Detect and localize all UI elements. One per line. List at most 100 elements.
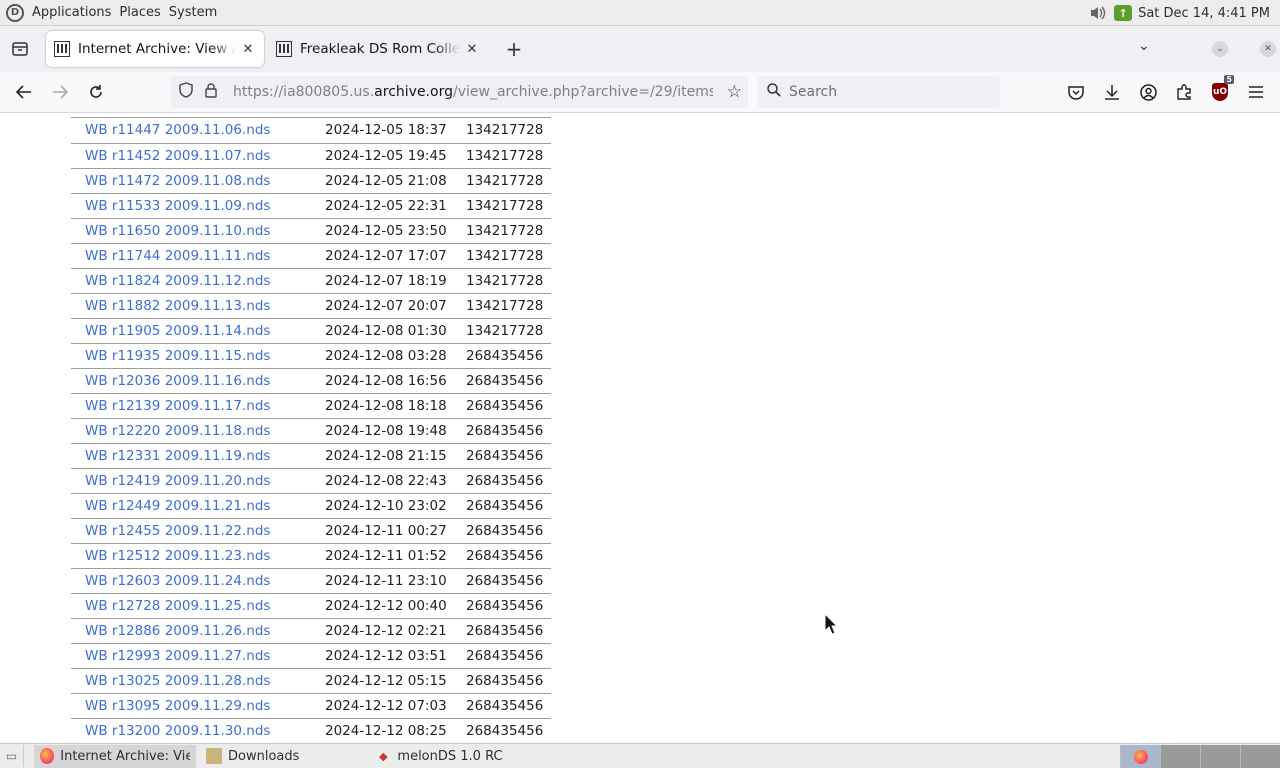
show-desktop-icon[interactable]: ▭ bbox=[0, 745, 24, 767]
file-link[interactable]: WB r11650 2009.11.10.nds bbox=[85, 223, 270, 239]
file-link[interactable]: WB r12220 2009.11.18.nds bbox=[85, 423, 270, 439]
file-link[interactable]: WB r13095 2009.11.29.nds bbox=[85, 698, 270, 714]
file-link[interactable]: WB r11472 2009.11.08.nds bbox=[85, 173, 270, 189]
table-row: WB r11882 2009.11.13.nds 2024-12-07 20:07… bbox=[71, 293, 551, 318]
volume-icon[interactable] bbox=[1088, 4, 1108, 22]
workspace-1[interactable] bbox=[1120, 745, 1160, 768]
taskbar-label: Downloads bbox=[228, 748, 300, 764]
file-link[interactable]: WB r13200 2009.11.30.nds bbox=[85, 723, 270, 739]
file-name-cell: WB r12139 2009.11.17.nds bbox=[71, 393, 325, 418]
tab-close-icon[interactable]: ✕ bbox=[464, 42, 480, 57]
file-name-cell: WB r11447 2009.11.06.nds bbox=[71, 118, 325, 143]
table-row: WB r13025 2009.11.28.nds 2024-12-12 05:15… bbox=[71, 668, 551, 693]
file-date-cell: 2024-12-05 19:45 bbox=[325, 147, 447, 164]
file-date-cell: 2024-12-12 02:21 bbox=[325, 622, 447, 639]
table-row: WB r11744 2009.11.11.nds 2024-12-07 17:07… bbox=[71, 243, 551, 268]
table-row: WB r12603 2009.11.24.nds 2024-12-11 23:10… bbox=[71, 568, 551, 593]
file-link[interactable]: WB r12993 2009.11.27.nds bbox=[85, 648, 270, 664]
file-link[interactable]: WB r13025 2009.11.28.nds bbox=[85, 673, 270, 689]
extensions-puzzle-icon[interactable] bbox=[1168, 76, 1200, 108]
file-link[interactable]: WB r11447 2009.11.06.nds bbox=[85, 122, 270, 138]
file-link[interactable]: WB r11905 2009.11.14.nds bbox=[85, 323, 270, 339]
system-menu[interactable]: System bbox=[169, 5, 217, 20]
maximize-icon[interactable] bbox=[1236, 41, 1252, 57]
search-input[interactable]: Search bbox=[758, 76, 1000, 108]
list-all-tabs-chevron-down-icon[interactable]: ⌄ bbox=[1138, 38, 1150, 54]
file-name-cell: WB r11824 2009.11.12.nds bbox=[71, 268, 325, 293]
lock-icon[interactable] bbox=[205, 82, 223, 102]
ublock-origin-icon[interactable]: uO 5 bbox=[1204, 75, 1236, 108]
tab-close-icon[interactable]: ✕ bbox=[240, 42, 256, 57]
taskbar-item-downloads[interactable]: Downloads bbox=[200, 745, 305, 768]
tab-internet-archive[interactable]: Internet Archive: View Archive ✕ bbox=[46, 31, 264, 67]
taskbar-item-firefox[interactable]: Internet Archive: Vie... bbox=[34, 744, 196, 768]
archive-file-table: WB r11447 2009.11.06.nds 2024-12-05 18:37… bbox=[71, 118, 551, 743]
update-notifier-icon[interactable]: ↑ bbox=[1114, 5, 1133, 21]
file-link[interactable]: WB r12331 2009.11.19.nds bbox=[85, 448, 270, 464]
table-row: WB r11824 2009.11.12.nds 2024-12-07 18:19… bbox=[71, 268, 551, 293]
file-link[interactable]: WB r12728 2009.11.25.nds bbox=[85, 598, 270, 614]
table-row: WB r12449 2009.11.21.nds 2024-12-10 23:02… bbox=[71, 493, 551, 518]
system-tray: ↑ Sat Dec 14, 4:41 PM bbox=[1088, 0, 1270, 26]
minimize-icon[interactable]: ⌄ bbox=[1212, 41, 1228, 57]
file-name-cell: WB r11533 2009.11.09.nds bbox=[71, 193, 325, 218]
hamburger-menu-icon[interactable] bbox=[1240, 76, 1272, 108]
melon-icon: ◆ bbox=[379, 749, 388, 763]
bookmark-star-icon[interactable]: ☆ bbox=[727, 82, 742, 102]
file-name-cell: WB r11744 2009.11.11.nds bbox=[71, 243, 325, 268]
file-link[interactable]: WB r11452 2009.11.07.nds bbox=[85, 148, 270, 164]
file-link[interactable]: WB r12455 2009.11.22.nds bbox=[85, 523, 270, 539]
panel-clock[interactable]: Sat Dec 14, 4:41 PM bbox=[1138, 6, 1270, 21]
file-size-cell: 268435456 bbox=[466, 572, 544, 589]
file-size-cell: 268435456 bbox=[466, 472, 544, 489]
table-row: WB r11452 2009.11.07.nds 2024-12-05 19:45… bbox=[71, 143, 551, 168]
file-link[interactable]: WB r11935 2009.11.15.nds bbox=[85, 348, 270, 364]
taskbar-item-melonds[interactable]: ◆ melonDS 1.0 RC bbox=[369, 745, 508, 768]
url-text[interactable]: https://ia800805.us.archive.org/view_arc… bbox=[233, 84, 713, 100]
firefox-view-button[interactable] bbox=[0, 26, 40, 72]
applications-menu[interactable]: Applications bbox=[32, 5, 111, 20]
pocket-icon[interactable] bbox=[1060, 76, 1092, 108]
reload-icon[interactable] bbox=[80, 76, 112, 108]
table-row: WB r11650 2009.11.10.nds 2024-12-05 23:50… bbox=[71, 218, 551, 243]
file-size-cell: 268435456 bbox=[466, 722, 544, 739]
distro-logo-icon[interactable]: D bbox=[6, 3, 24, 22]
new-tab-button[interactable]: + bbox=[498, 33, 530, 65]
file-link[interactable]: WB r11882 2009.11.13.nds bbox=[85, 298, 270, 314]
workspace-2[interactable] bbox=[1160, 745, 1200, 768]
close-window-icon[interactable]: ✕ bbox=[1260, 41, 1276, 57]
forward-arrow-icon[interactable] bbox=[44, 76, 76, 108]
nav-bar: https://ia800805.us.archive.org/view_arc… bbox=[0, 72, 1280, 113]
workspace-3[interactable] bbox=[1200, 745, 1240, 768]
file-name-cell: WB r12331 2009.11.19.nds bbox=[71, 443, 325, 468]
file-date-cell: 2024-12-07 18:19 bbox=[325, 272, 447, 289]
firefox-icon bbox=[40, 748, 55, 764]
file-link[interactable]: WB r11744 2009.11.11.nds bbox=[85, 248, 270, 264]
file-size-cell: 268435456 bbox=[466, 647, 544, 664]
account-icon[interactable] bbox=[1132, 76, 1164, 108]
tab-freakleak[interactable]: Freakleak DS Rom Collection ✕ bbox=[268, 31, 488, 67]
workspace-4[interactable] bbox=[1240, 745, 1280, 768]
panel-menu: D Applications Places System bbox=[0, 0, 225, 26]
file-date-cell: 2024-12-05 23:50 bbox=[325, 222, 447, 239]
file-link[interactable]: WB r12449 2009.11.21.nds bbox=[85, 498, 270, 514]
places-menu[interactable]: Places bbox=[119, 5, 160, 20]
file-link[interactable]: WB r12036 2009.11.16.nds bbox=[85, 373, 270, 389]
file-name-cell: WB r12220 2009.11.18.nds bbox=[71, 418, 325, 443]
tracking-protection-shield-icon[interactable] bbox=[179, 82, 197, 102]
downloads-icon[interactable] bbox=[1096, 76, 1128, 108]
back-arrow-icon[interactable] bbox=[8, 76, 40, 108]
file-link[interactable]: WB r12512 2009.11.23.nds bbox=[85, 548, 270, 564]
table-row: WB r11905 2009.11.14.nds 2024-12-08 01:30… bbox=[71, 318, 551, 343]
table-row: WB r11935 2009.11.15.nds 2024-12-08 03:28… bbox=[71, 343, 551, 368]
file-link[interactable]: WB r12419 2009.11.20.nds bbox=[85, 473, 270, 489]
file-link[interactable]: WB r12139 2009.11.17.nds bbox=[85, 398, 270, 414]
tab-title: Internet Archive: View Archive bbox=[78, 41, 236, 57]
url-bar[interactable]: https://ia800805.us.archive.org/view_arc… bbox=[170, 76, 748, 108]
folder-icon bbox=[206, 748, 222, 764]
file-link[interactable]: WB r12886 2009.11.26.nds bbox=[85, 623, 270, 639]
file-link[interactable]: WB r11533 2009.11.09.nds bbox=[85, 198, 270, 214]
file-link[interactable]: WB r11824 2009.11.12.nds bbox=[85, 273, 270, 289]
table-row: WB r12139 2009.11.17.nds 2024-12-08 18:18… bbox=[71, 393, 551, 418]
file-link[interactable]: WB r12603 2009.11.24.nds bbox=[85, 573, 270, 589]
